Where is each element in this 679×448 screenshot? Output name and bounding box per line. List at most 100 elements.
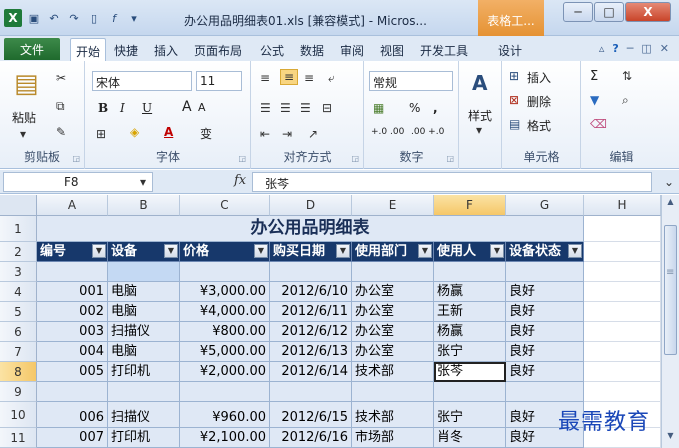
name-box-dropdown-icon[interactable]: ▾ [140,175,146,189]
fill-color-icon[interactable]: ◈ [130,125,139,139]
table-cell[interactable] [352,262,434,282]
doc-restore-icon[interactable]: ◫ [641,42,651,55]
table-cell[interactable]: 良好 [506,302,584,322]
tab-insert[interactable]: 插入 [154,42,178,59]
header-cell-status[interactable]: 设备状态 ▼ [506,242,584,262]
table-cell[interactable]: 办公室 [352,342,434,362]
table-cell[interactable]: ¥800.00 [180,322,270,342]
row-header-10[interactable]: 10 [0,402,37,428]
table-cell[interactable]: ¥2,000.00 [180,362,270,382]
table-cell[interactable]: 001 [37,282,108,302]
cut-icon[interactable]: ✂ [56,71,66,85]
column-header-a[interactable]: A [37,195,108,216]
table-cell[interactable]: 扫描仪 [108,402,180,428]
table-cell[interactable]: 办公室 [352,282,434,302]
paste-dropdown-icon[interactable]: ▾ [20,127,26,141]
tab-home[interactable]: 开始 [70,38,107,61]
align-top-icon[interactable]: ≡ [260,71,270,85]
table-cell[interactable] [270,382,352,402]
row-header-8[interactable]: 8 [0,362,37,382]
percent-format-button[interactable]: % [409,101,420,115]
table-cell[interactable]: ¥2,100.00 [180,428,270,448]
tab-review[interactable]: 审阅 [340,42,364,59]
table-cell[interactable]: 良好 [506,362,584,382]
table-cell[interactable] [180,262,270,282]
autosum-button[interactable]: Σ [590,69,598,84]
table-cell[interactable]: 办公室 [352,302,434,322]
table-cell[interactable] [108,262,180,282]
paste-button[interactable]: 粘贴 [12,109,36,126]
clipboard-launcher-icon[interactable]: ◲ [72,154,80,163]
tab-view[interactable]: 视图 [380,42,404,59]
table-cell[interactable] [584,322,661,342]
insert-cells-icon[interactable]: ⊞ [509,69,519,83]
filter-dropdown-icon[interactable]: ▼ [568,244,582,258]
align-middle-icon[interactable]: ≡ [280,69,299,85]
scroll-up-icon[interactable]: ▲ [664,197,677,211]
table-title[interactable]: 办公用品明细表 [37,216,584,242]
paste-icon[interactable]: ▤ [14,69,39,99]
tab-page-layout[interactable]: 页面布局 [194,42,242,59]
underline-button[interactable]: U [142,101,152,115]
cell-h2[interactable] [584,242,661,262]
row-header-6[interactable]: 6 [0,322,37,342]
font-size-select[interactable]: 11 [196,71,242,91]
shrink-font-button[interactable]: A [198,101,206,114]
table-cell[interactable]: 2012/6/13 [270,342,352,362]
table-cell[interactable]: 2012/6/16 [270,428,352,448]
header-cell-date[interactable]: 购买日期 ▼ [270,242,352,262]
row-header-5[interactable]: 5 [0,302,37,322]
row-header-4[interactable]: 4 [0,282,37,302]
tab-developer[interactable]: 开发工具 [420,42,468,59]
alignment-launcher-icon[interactable]: ◲ [351,154,359,163]
collapse-ribbon-icon[interactable]: ▵ [599,42,605,55]
table-cell[interactable]: 2012/6/15 [270,402,352,428]
table-cell[interactable]: 张宁 [434,342,506,362]
font-name-select[interactable]: 宋体 [92,71,192,91]
table-cell[interactable]: 办公室 [352,322,434,342]
table-cell[interactable] [270,262,352,282]
column-header-f[interactable]: F [434,195,506,216]
table-cell[interactable]: 打印机 [108,362,180,382]
row-header-9[interactable]: 9 [0,382,37,402]
filter-dropdown-icon[interactable]: ▼ [254,244,268,258]
table-cell[interactable] [434,262,506,282]
new-file-icon[interactable]: ▯ [86,10,102,26]
styles-dropdown-icon[interactable]: ▾ [476,123,482,137]
align-bottom-icon[interactable]: ≡ [304,71,314,85]
italic-button[interactable]: I [120,101,125,115]
name-box[interactable]: F8 [3,172,153,192]
format-cells-icon[interactable]: ▤ [509,117,520,131]
increase-indent-icon[interactable]: ⇥ [282,127,292,141]
currency-format-icon[interactable]: ▦ [373,101,384,115]
table-cell[interactable]: 良好 [506,282,584,302]
table-cell[interactable] [584,262,661,282]
save-icon[interactable]: ▣ [26,10,42,26]
table-cell[interactable]: ¥960.00 [180,402,270,428]
format-cells-button[interactable]: 格式 [527,117,551,134]
font-color-icon[interactable]: A [164,125,173,139]
table-cell[interactable]: 良好 [506,322,584,342]
vertical-scrollbar[interactable]: ▲ ≡ ▼ [661,195,679,448]
table-cell[interactable]: 肖冬 [434,428,506,448]
table-cell[interactable] [584,362,661,382]
fill-icon[interactable]: ▼ [590,93,599,107]
decrease-indent-icon[interactable]: ⇤ [260,127,270,141]
doc-close-icon[interactable]: ✕ [660,42,669,55]
tab-design[interactable]: 设计 [498,42,522,59]
tab-data[interactable]: 数据 [300,42,324,59]
table-cell[interactable] [506,262,584,282]
table-cell[interactable]: 张宁 [434,402,506,428]
row-header-2[interactable]: 2 [0,242,37,262]
increase-decimal-button[interactable]: +.0 .00 [371,127,404,137]
copy-icon[interactable]: ⧉ [56,99,65,114]
header-cell-device[interactable]: 设备 ▼ [108,242,180,262]
cell-h1[interactable] [584,216,661,242]
merge-center-icon[interactable]: ⊟ [322,101,332,115]
delete-cells-icon[interactable]: ⊠ [509,93,519,107]
table-cell[interactable]: 电脑 [108,302,180,322]
header-cell-price[interactable]: 价格 ▼ [180,242,270,262]
filter-dropdown-icon[interactable]: ▼ [490,244,504,258]
table-cell[interactable]: 扫描仪 [108,322,180,342]
table-cell[interactable]: 电脑 [108,342,180,362]
